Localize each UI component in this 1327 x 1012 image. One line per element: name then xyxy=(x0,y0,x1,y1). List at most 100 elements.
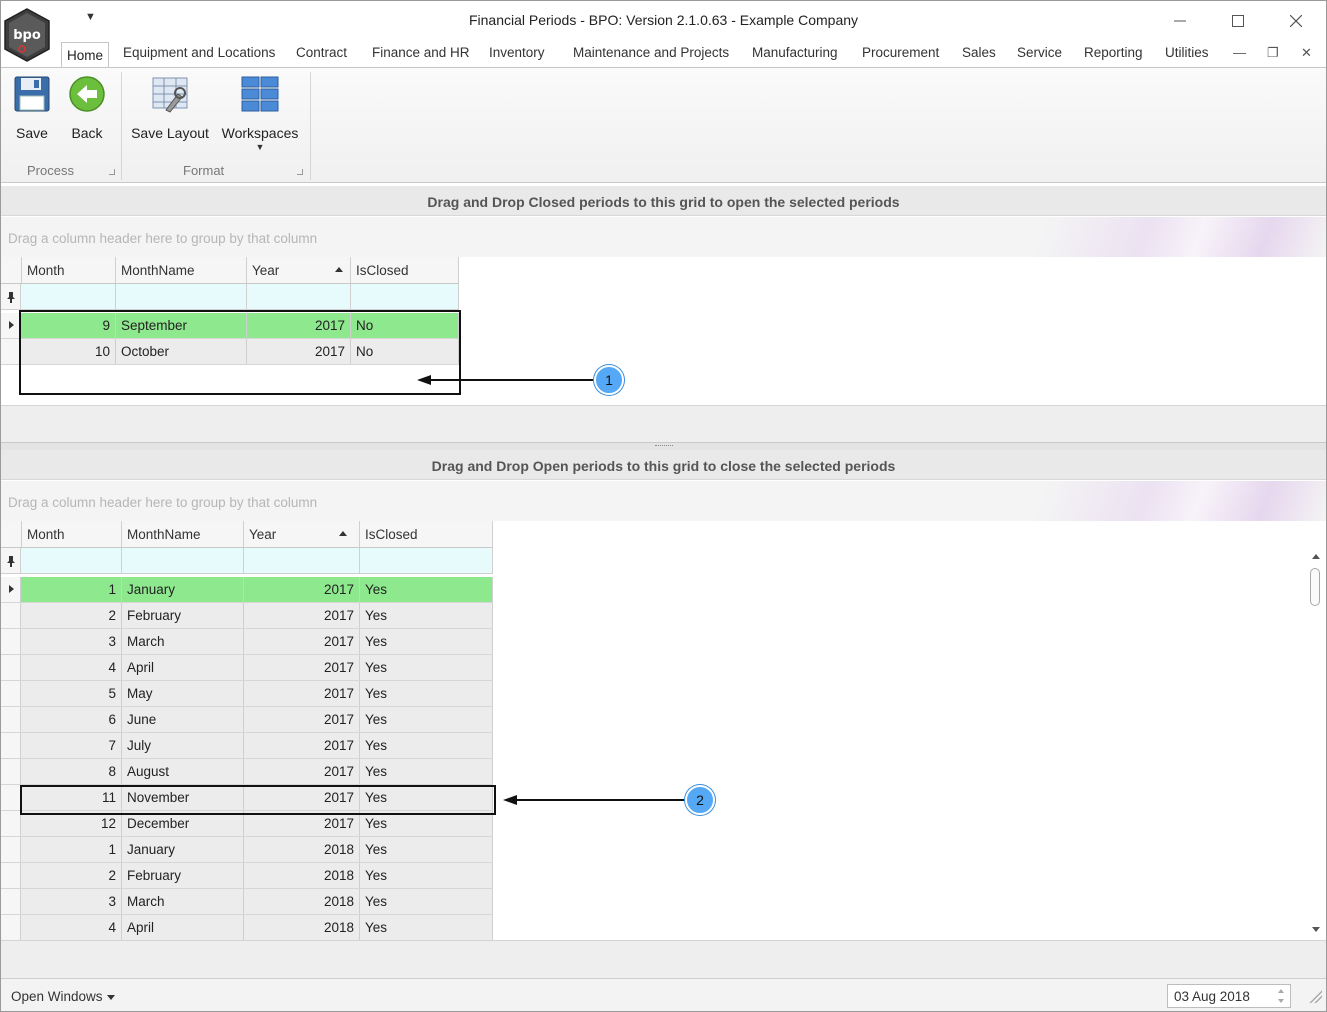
cell-month[interactable]: 6 xyxy=(22,707,122,732)
maximize-button[interactable] xyxy=(1215,9,1261,33)
row-indicator[interactable] xyxy=(1,863,21,888)
table-row[interactable]: 8 August 2017 Yes xyxy=(1,759,493,785)
column-header-isclosed[interactable]: IsClosed xyxy=(360,521,493,547)
cell-year[interactable]: 2017 xyxy=(244,681,360,706)
column-header-monthname[interactable]: MonthName xyxy=(116,257,247,283)
column-header-monthname[interactable]: MonthName xyxy=(122,521,244,547)
table-row[interactable]: 2 February 2018 Yes xyxy=(1,863,493,889)
filter-cell-monthname[interactable] xyxy=(122,548,244,573)
cell-isclosed[interactable]: Yes xyxy=(360,915,493,940)
cell-year[interactable]: 2017 xyxy=(244,603,360,628)
column-header-month[interactable]: Month xyxy=(22,257,116,283)
cell-month[interactable]: 4 xyxy=(22,655,122,680)
tab-equipment-and-locations[interactable]: Equipment and Locations xyxy=(123,45,275,60)
table-row[interactable]: 5 May 2017 Yes xyxy=(1,681,493,707)
table-row[interactable]: 1 January 2018 Yes xyxy=(1,837,493,863)
scroll-up-arrow-icon[interactable] xyxy=(1312,554,1320,559)
cell-monthname[interactable]: March xyxy=(122,629,244,654)
cell-monthname[interactable]: April xyxy=(122,655,244,680)
tab-procurement[interactable]: Procurement xyxy=(862,45,939,60)
tab-manufacturing[interactable]: Manufacturing xyxy=(752,45,838,60)
filter-cell-year[interactable] xyxy=(244,548,360,573)
splitter[interactable] xyxy=(1,442,1326,450)
size-grip-icon[interactable] xyxy=(1308,989,1322,1003)
cell-monthname[interactable]: April xyxy=(122,915,244,940)
bottom-group-panel[interactable]: Drag a column header here to group by th… xyxy=(1,481,1326,521)
column-header-month[interactable]: Month xyxy=(22,521,122,547)
cell-month[interactable]: 2 xyxy=(22,863,122,888)
cell-year[interactable]: 2017 xyxy=(244,733,360,758)
cell-isclosed[interactable]: Yes xyxy=(360,733,493,758)
cell-year[interactable]: 2018 xyxy=(244,889,360,914)
filter-cell-year[interactable] xyxy=(247,284,351,309)
tab-finance-and-hr[interactable]: Finance and HR xyxy=(372,45,470,60)
cell-monthname[interactable]: January xyxy=(122,837,244,862)
workspaces-dropdown-icon[interactable]: ▼ xyxy=(221,142,299,152)
cell-monthname[interactable]: August xyxy=(122,759,244,784)
cell-month[interactable]: 5 xyxy=(22,681,122,706)
cell-year[interactable]: 2018 xyxy=(244,915,360,940)
cell-year[interactable]: 2018 xyxy=(244,863,360,888)
tab-service[interactable]: Service xyxy=(1017,45,1062,60)
open-windows-menu[interactable]: Open Windows xyxy=(11,989,115,1004)
minimize-button[interactable] xyxy=(1157,9,1203,33)
tab-inventory[interactable]: Inventory xyxy=(489,45,545,60)
cell-month[interactable]: 4 xyxy=(22,915,122,940)
mdi-close-icon[interactable]: ✕ xyxy=(1301,45,1312,61)
workspaces-button[interactable]: Workspaces ▼ xyxy=(221,74,299,152)
tab-contract[interactable]: Contract xyxy=(296,45,347,60)
cell-monthname[interactable]: June xyxy=(122,707,244,732)
cell-isclosed[interactable]: Yes xyxy=(360,863,493,888)
header-corner[interactable] xyxy=(1,257,22,283)
date-input[interactable]: 03 Aug 2018 xyxy=(1167,984,1291,1008)
table-row[interactable]: 3 March 2018 Yes xyxy=(1,889,493,915)
cell-isclosed[interactable]: Yes xyxy=(360,681,493,706)
table-row[interactable]: 3 March 2017 Yes xyxy=(1,629,493,655)
scrollbar-thumb[interactable] xyxy=(1310,568,1320,606)
process-launcher-icon[interactable] xyxy=(109,169,115,175)
column-header-year[interactable]: Year xyxy=(244,521,360,547)
date-spin-up-icon[interactable] xyxy=(1278,989,1284,993)
cell-monthname[interactable]: February xyxy=(122,863,244,888)
tab-home[interactable]: Home xyxy=(61,42,110,68)
row-indicator[interactable] xyxy=(1,681,21,706)
cell-isclosed[interactable]: Yes xyxy=(360,759,493,784)
cell-year[interactable]: 2017 xyxy=(244,629,360,654)
tab-reporting[interactable]: Reporting xyxy=(1084,45,1143,60)
column-header-year[interactable]: Year xyxy=(247,257,351,283)
mdi-restore-icon[interactable]: ❐ xyxy=(1267,45,1279,61)
tab-maintenance-and-projects[interactable]: Maintenance and Projects xyxy=(573,45,729,60)
row-indicator[interactable] xyxy=(1,759,21,784)
tab-utilities[interactable]: Utilities xyxy=(1165,45,1209,60)
table-row[interactable]: 4 April 2017 Yes xyxy=(1,655,493,681)
save-layout-button[interactable]: Save Layout xyxy=(131,74,209,141)
cell-isclosed[interactable]: Yes xyxy=(360,577,493,602)
cell-monthname[interactable]: July xyxy=(122,733,244,758)
filter-cell-isclosed[interactable] xyxy=(360,548,493,573)
cell-month[interactable]: 7 xyxy=(22,733,122,758)
cell-monthname[interactable]: January xyxy=(122,577,244,602)
close-button[interactable] xyxy=(1273,9,1319,33)
cell-month[interactable]: 3 xyxy=(22,629,122,654)
row-indicator[interactable] xyxy=(1,603,21,628)
date-spin-down-icon[interactable] xyxy=(1278,999,1284,1003)
row-indicator[interactable] xyxy=(1,915,21,940)
table-row[interactable]: 7 July 2017 Yes xyxy=(1,733,493,759)
cell-isclosed[interactable]: Yes xyxy=(360,707,493,732)
filter-cell-month[interactable] xyxy=(22,284,116,309)
filter-cell-monthname[interactable] xyxy=(116,284,247,309)
top-group-panel[interactable]: Drag a column header here to group by th… xyxy=(1,217,1326,257)
cell-isclosed[interactable]: Yes xyxy=(360,837,493,862)
cell-monthname[interactable]: March xyxy=(122,889,244,914)
table-row[interactable]: 2 February 2017 Yes xyxy=(1,603,493,629)
row-indicator[interactable] xyxy=(1,889,21,914)
cell-year[interactable]: 2018 xyxy=(244,837,360,862)
cell-monthname[interactable]: February xyxy=(122,603,244,628)
row-indicator[interactable] xyxy=(1,837,21,862)
row-indicator[interactable] xyxy=(1,811,21,836)
row-indicator[interactable] xyxy=(1,655,21,680)
format-launcher-icon[interactable] xyxy=(297,169,303,175)
cell-year[interactable]: 2017 xyxy=(244,577,360,602)
cell-month[interactable]: 8 xyxy=(22,759,122,784)
cell-month[interactable]: 3 xyxy=(22,889,122,914)
